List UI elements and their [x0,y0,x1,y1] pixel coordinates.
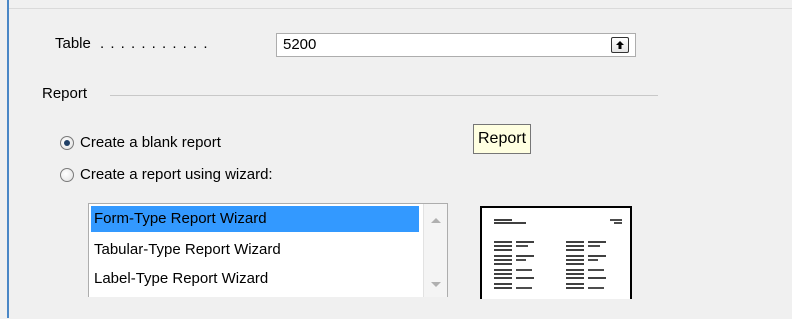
list-item-tabular-type-wizard[interactable]: Tabular-Type Report Wizard [91,237,419,263]
blank-report-label[interactable]: Create a blank report [80,133,221,153]
dialog-top-strip [0,0,792,7]
report-tooltip: Report [473,124,532,154]
wizard-list-scrollbar[interactable] [423,204,447,297]
blank-report-radio[interactable] [60,136,74,150]
scroll-up-arrow-icon[interactable] [431,218,441,223]
report-group-label: Report [42,85,88,102]
wizard-report-label[interactable]: Create a report using wizard: [80,165,273,185]
wizard-report-radio[interactable] [60,168,74,182]
report-layout-preview [480,206,632,300]
scroll-down-arrow-icon[interactable] [431,282,441,287]
table-lookup-button[interactable] [611,37,629,53]
table-dot-leader: . . . . . . . . . . . [100,35,209,52]
form-layout-preview-icon [494,219,622,289]
table-number-field[interactable]: 5200 [276,33,636,57]
wizard-type-list[interactable]: Form-Type Report Wizard Tabular-Type Rep… [88,203,448,297]
list-item-label-type-wizard[interactable]: Label-Type Report Wizard [91,266,419,292]
table-label: Table [55,35,91,52]
report-group-divider [110,95,658,96]
up-arrow-icon [616,41,624,49]
table-number-value[interactable]: 5200 [283,36,316,54]
dialog-bottom-band [9,299,792,318]
list-item-form-type-wizard[interactable]: Form-Type Report Wizard [91,206,419,232]
